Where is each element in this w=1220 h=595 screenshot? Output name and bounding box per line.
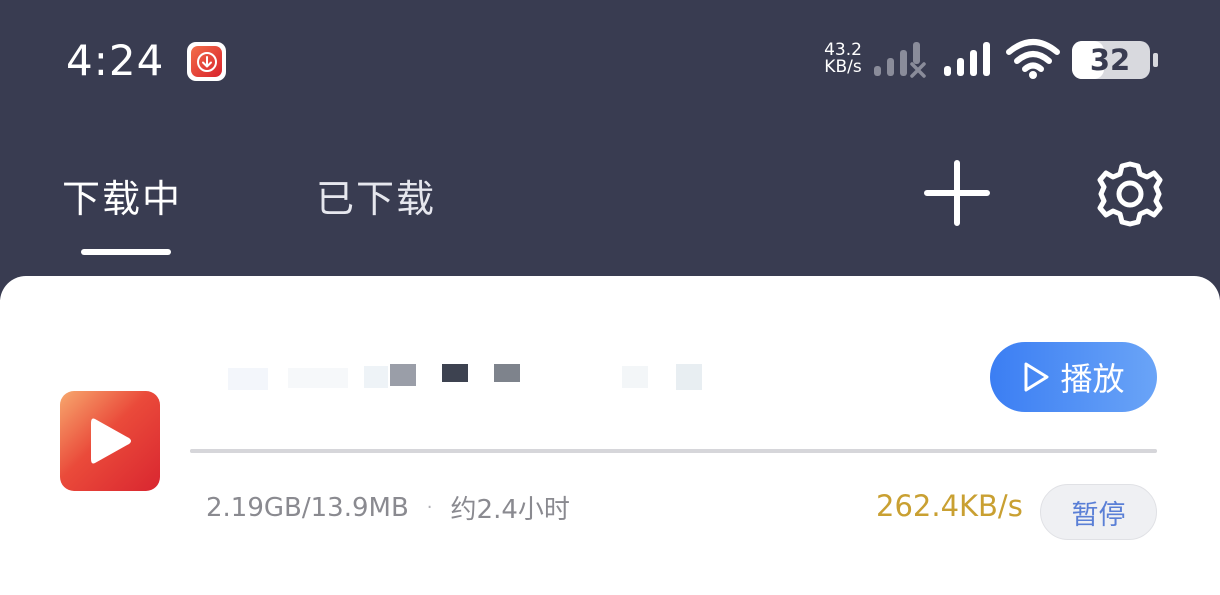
separator-dot: · [426, 497, 433, 518]
play-icon [1024, 362, 1049, 392]
downloader-app-icon [187, 42, 226, 81]
file-name-blurred [228, 358, 708, 394]
download-progress-fill [190, 449, 1157, 453]
battery-level: 32 [1089, 43, 1131, 77]
active-tab-indicator [81, 249, 171, 255]
plus-icon[interactable] [924, 160, 990, 226]
top-header: 4:24 43.2 KB/s 32 下载中 已下载 [0, 0, 1220, 300]
status-time: 4:24 [66, 36, 165, 85]
tab-downloaded[interactable]: 已下载 [316, 168, 436, 223]
play-label: 播放 [1060, 360, 1125, 398]
network-speed: 43.2 KB/s [818, 42, 868, 76]
wifi-icon [1006, 39, 1060, 79]
video-file-icon [60, 391, 160, 491]
download-eta: 约2.4小时 [450, 495, 570, 525]
download-speed: 262.4KB/s [876, 489, 1023, 523]
tab-downloading[interactable]: 下载中 [62, 168, 182, 223]
network-speed-unit: KB/s [824, 57, 862, 77]
download-size-info: 2.19GB/13.9MB · 约2.4小时 [206, 489, 570, 526]
download-progress-bar [190, 449, 1157, 453]
pause-button[interactable]: 暂停 [1040, 484, 1157, 540]
play-button[interactable]: 播放 [990, 342, 1157, 412]
download-card [0, 276, 1220, 595]
signal-strength-icon [944, 42, 990, 76]
gear-icon[interactable] [1096, 160, 1164, 228]
download-size: 2.19GB/13.9MB [206, 492, 409, 523]
signal-no-service-icon [874, 42, 926, 78]
